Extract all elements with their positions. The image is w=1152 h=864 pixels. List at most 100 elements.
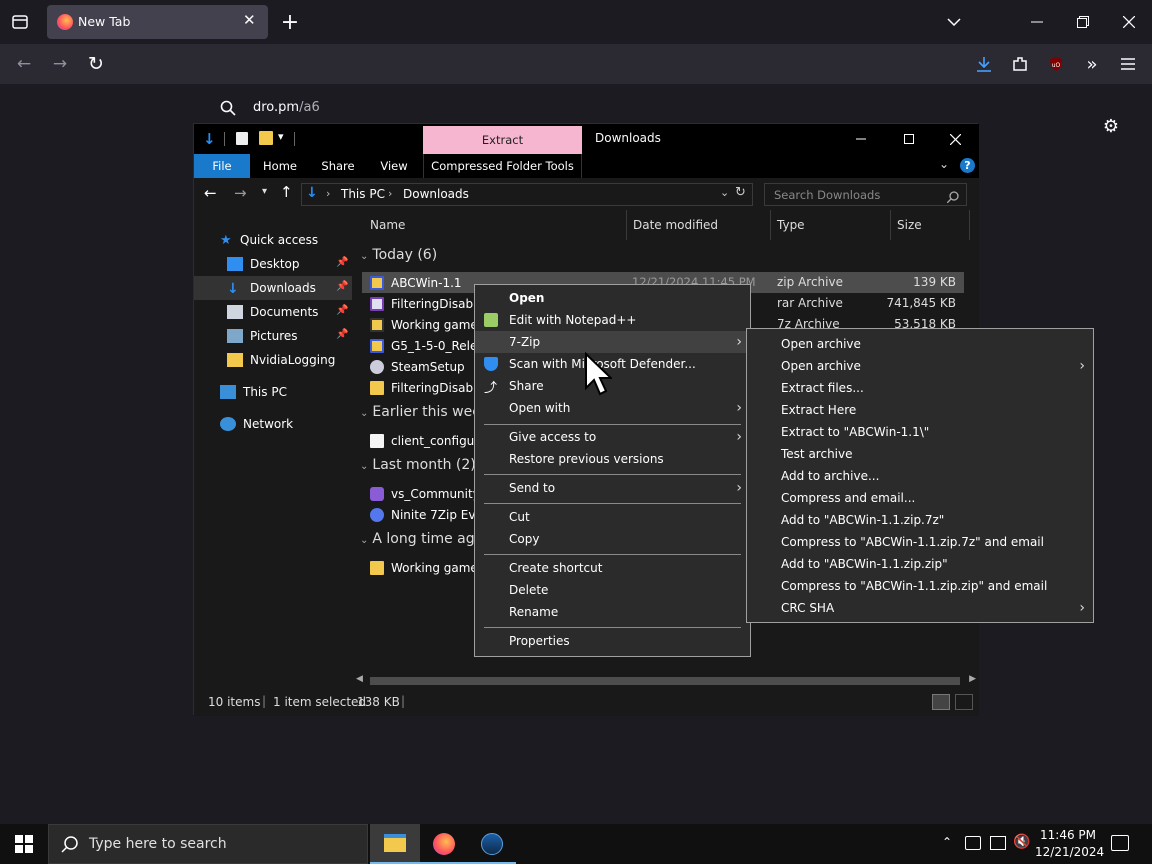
menu-item-delete[interactable]: Delete [475, 579, 750, 601]
recent-locations-icon[interactable]: ▾ [262, 186, 267, 197]
submenu-item-add-to-zip[interactable]: Add to "ABCWin-1.1.zip.zip" [747, 553, 1093, 575]
refresh-icon[interactable]: ↻ [735, 185, 746, 200]
tab-list-icon[interactable] [5, 7, 35, 37]
submenu-item-test-archive[interactable]: Test archive [747, 443, 1093, 465]
taskbar-file-explorer[interactable] [370, 824, 420, 864]
menu-item-restore-previous-versions[interactable]: Restore previous versions [475, 448, 750, 470]
ribbon-tab-home[interactable]: Home [254, 154, 306, 178]
sidebar-item-quick-access[interactable]: ★ Quick access [194, 228, 352, 252]
network-tray-icon[interactable] [990, 836, 1006, 850]
table-row[interactable]: G5_1-5-0_Releas [370, 335, 491, 356]
sidebar-item-pictures[interactable]: Pictures 📌 [194, 324, 352, 348]
help-icon[interactable]: ? [960, 158, 975, 173]
menu-item-share[interactable]: ⤴ Share [475, 375, 750, 397]
sidebar-item-this-pc[interactable]: This PC [194, 380, 352, 404]
search-downloads-field[interactable]: Search Downloads [764, 183, 967, 206]
table-row[interactable]: client_configura [370, 430, 487, 451]
group-header-earlier-this-week[interactable]: ⌄ Earlier this wee [360, 404, 481, 420]
app-menu-icon[interactable] [1113, 49, 1143, 79]
submenu-item-compress-zip-email[interactable]: Compress to "ABCWin-1.1.zip.zip" and ema… [747, 575, 1093, 597]
explorer-maximize-icon[interactable] [894, 124, 924, 154]
menu-item-scan-defender[interactable]: Scan with Microsoft Defender... [475, 353, 750, 375]
menu-item-open[interactable]: Open [475, 287, 750, 309]
explorer-close-icon[interactable] [940, 124, 970, 154]
explorer-back-icon[interactable]: ← [204, 184, 217, 202]
submenu-item-open-archive-as[interactable]: Open archive › [747, 355, 1093, 377]
more-tools-icon[interactable]: » [1077, 49, 1107, 79]
restore-icon[interactable] [1068, 7, 1098, 37]
reload-icon[interactable]: ↻ [81, 49, 111, 79]
table-row[interactable]: FilteringDisable [370, 377, 484, 398]
explorer-forward-icon[interactable]: → [234, 184, 247, 202]
extensions-icon[interactable] [1005, 49, 1035, 79]
scroll-left-icon[interactable]: ◀ [356, 674, 363, 684]
volume-muted-icon[interactable]: 🔇 [1013, 834, 1030, 850]
sidebar-item-nvidialogging[interactable]: NvidiaLogging [194, 348, 352, 372]
menu-item-edit-with-notepad[interactable]: Edit with Notepad++ [475, 309, 750, 331]
submenu-item-compress-7z-email[interactable]: Compress to "ABCWin-1.1.zip.7z" and emai… [747, 531, 1093, 553]
extract-contextual-tab[interactable]: Extract [423, 126, 582, 154]
ribbon-tab-share[interactable]: Share [312, 154, 364, 178]
clock[interactable]: 11:46 PM 12/21/2024 [1035, 827, 1104, 861]
windows-start-icon[interactable] [15, 835, 33, 857]
new-tab-settings-icon[interactable]: ⚙ [1096, 111, 1126, 141]
sidebar-item-downloads[interactable]: ↓ Downloads 📌 [194, 276, 352, 300]
minimize-icon[interactable] [1022, 7, 1052, 37]
ribbon-tab-view[interactable]: View [368, 154, 420, 178]
notification-center-tray-icon[interactable] [965, 836, 981, 850]
sidebar-item-network[interactable]: Network [194, 412, 352, 436]
close-tab-icon[interactable]: ✕ [243, 11, 256, 29]
breadcrumb-downloads[interactable]: Downloads [403, 187, 469, 201]
url-bar[interactable]: dro.pm/a6 [208, 93, 960, 123]
menu-item-copy[interactable]: Copy [475, 528, 750, 550]
ribbon-tab-compressed-folder-tools[interactable]: Compressed Folder Tools [423, 154, 582, 178]
submenu-item-add-to-7z[interactable]: Add to "ABCWin-1.1.zip.7z" [747, 509, 1093, 531]
menu-item-send-to[interactable]: Send to › [475, 477, 750, 499]
submenu-item-add-to-archive[interactable]: Add to archive... [747, 465, 1093, 487]
menu-item-cut[interactable]: Cut [475, 506, 750, 528]
menu-item-rename[interactable]: Rename [475, 601, 750, 623]
scrollbar-thumb[interactable] [370, 677, 960, 685]
address-dropdown-icon[interactable]: ⌄ [720, 186, 729, 199]
menu-item-7zip[interactable]: 7-Zip › [475, 331, 750, 353]
customize-toolbar-icon[interactable]: ▾ [278, 130, 284, 143]
group-header-long-time-ago[interactable]: ⌄ A long time ag [360, 531, 475, 547]
list-all-tabs-icon[interactable] [939, 7, 969, 37]
tab-new-tab[interactable]: New Tab ✕ [47, 5, 268, 39]
breadcrumb-this-pc[interactable]: This PC [341, 187, 385, 201]
submenu-item-extract-files[interactable]: Extract files... [747, 377, 1093, 399]
address-field[interactable]: ↓ › This PC › Downloads ⌄ ↻ [301, 183, 753, 206]
new-tab-icon[interactable]: + [275, 7, 305, 37]
table-row[interactable]: Working games [370, 557, 484, 578]
menu-item-properties[interactable]: Properties [475, 630, 750, 652]
details-view-icon[interactable] [932, 694, 950, 710]
downloads-icon[interactable] [969, 49, 999, 79]
group-header-last-month[interactable]: ⌄ Last month (2) [360, 457, 476, 473]
submenu-item-crc-sha[interactable]: CRC SHA › [747, 597, 1093, 619]
up-one-level-icon[interactable]: ↑ [280, 183, 293, 201]
close-window-icon[interactable] [1114, 7, 1144, 37]
group-header-today[interactable]: ⌄ Today (6) [360, 247, 437, 263]
back-icon[interactable]: ← [9, 49, 39, 79]
table-row[interactable]: vs_Community [370, 483, 480, 504]
taskbar-steam[interactable] [468, 824, 516, 864]
horizontal-scrollbar[interactable]: ◀ ▶ [356, 674, 976, 688]
action-center-icon[interactable] [1111, 835, 1129, 851]
column-header-type[interactable]: Type [770, 210, 890, 240]
submenu-item-extract-to-folder[interactable]: Extract to "ABCWin-1.1\" [747, 421, 1093, 443]
submenu-item-open-archive[interactable]: Open archive [747, 333, 1093, 355]
taskbar-search-box[interactable]: Type here to search [48, 824, 368, 864]
forward-icon[interactable]: → [45, 49, 75, 79]
taskbar-firefox[interactable] [420, 824, 468, 864]
column-header-size[interactable]: Size [890, 210, 970, 240]
table-row[interactable]: Ninite 7Zip Ever [370, 504, 488, 525]
submenu-item-extract-here[interactable]: Extract Here [747, 399, 1093, 421]
expand-ribbon-icon[interactable]: ⌄ [939, 157, 949, 171]
ribbon-tab-file[interactable]: File [194, 154, 250, 178]
large-icons-view-icon[interactable] [955, 694, 973, 710]
properties-icon[interactable] [236, 132, 248, 145]
menu-item-create-shortcut[interactable]: Create shortcut [475, 557, 750, 579]
show-hidden-icons-icon[interactable]: ⌃ [942, 835, 952, 849]
new-folder-icon[interactable] [259, 131, 273, 145]
menu-item-give-access-to[interactable]: Give access to › [475, 426, 750, 448]
